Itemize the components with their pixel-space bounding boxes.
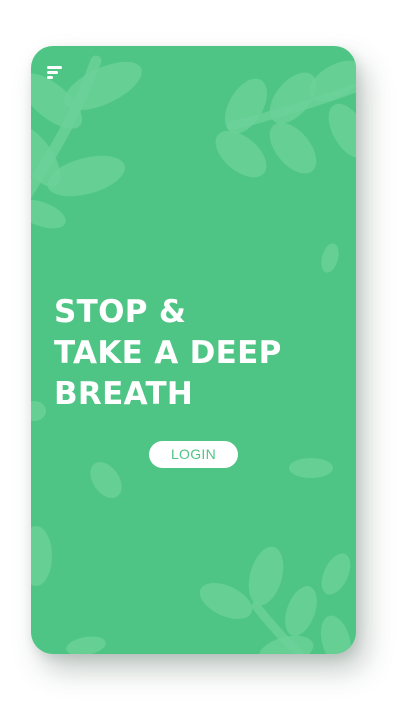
app-screen: STOP & TAKE A DEEP BREATH LOGIN [0,0,404,702]
headline-line-1: STOP & [54,294,187,330]
headline-line-2: TAKE A DEEP [54,335,282,371]
menu-icon-line-3 [47,76,53,79]
login-button[interactable]: LOGIN [149,441,238,468]
phone-card: STOP & TAKE A DEEP BREATH LOGIN [31,46,356,654]
menu-icon-line-2 [47,71,58,74]
menu-icon [47,66,62,69]
menu-button[interactable] [47,66,63,80]
headline-line-3: BREATH [54,376,194,412]
headline: STOP & TAKE A DEEP BREATH [54,292,344,415]
